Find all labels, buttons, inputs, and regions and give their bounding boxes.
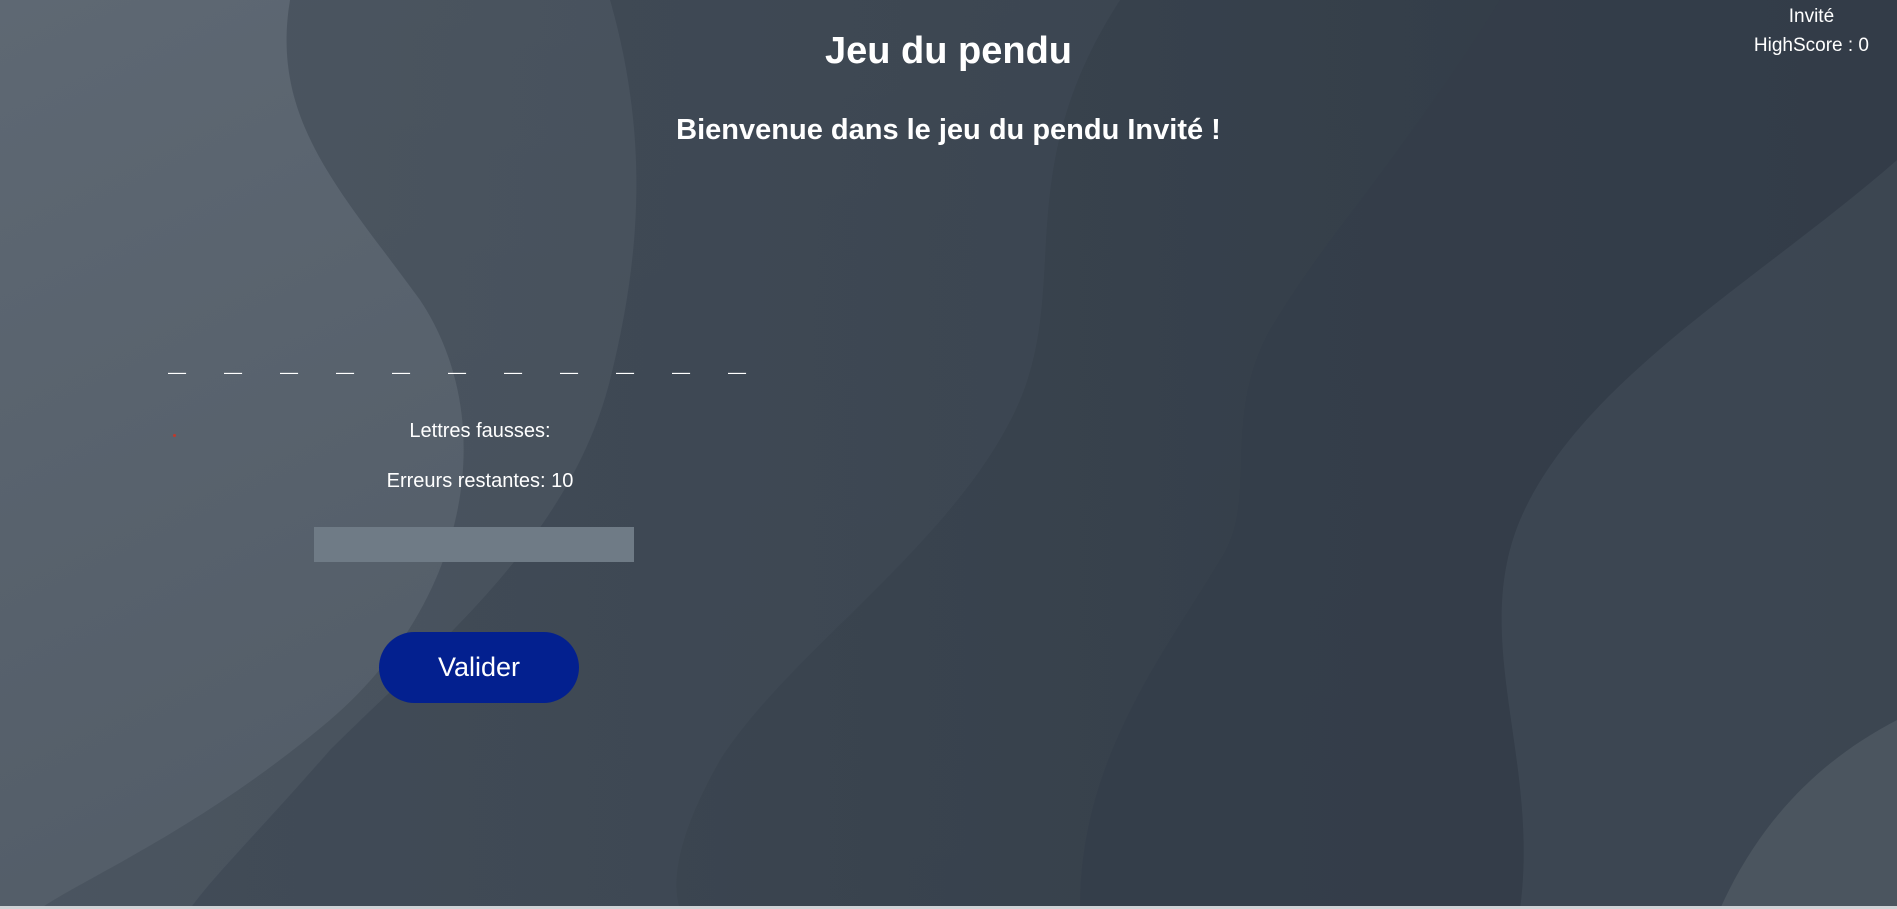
page-title: Jeu du pendu [825,30,1072,72]
letter-slot: _ [168,340,187,375]
wrong-letters-label: Lettres fausses: [409,420,551,442]
welcome-message: Bienvenue dans le jeu du pendu Invité ! [676,114,1221,146]
letter-slot: _ [504,340,523,375]
letter-slot: _ [672,340,691,375]
letter-slot: _ [616,340,635,375]
letter-slot: _ [280,340,299,375]
username: Invité [1788,6,1835,27]
letter-input[interactable] [314,527,634,562]
remaining-errors: Erreurs restantes: 10 [386,470,574,492]
letter-slot: _ [448,340,467,375]
wrong-letter-marker [173,434,176,437]
game-page: Invité HighScore : 0 Jeu du pendu Bienve… [0,0,1897,909]
letter-slot: _ [392,340,411,375]
letter-slot: _ [336,340,355,375]
letter-slot: _ [560,340,579,375]
letter-slot: _ [728,340,747,375]
hidden-word: _ _ _ _ _ _ _ _ _ _ _ [168,340,784,375]
letter-slot: _ [224,340,243,375]
validate-button[interactable]: Valider [379,632,579,703]
